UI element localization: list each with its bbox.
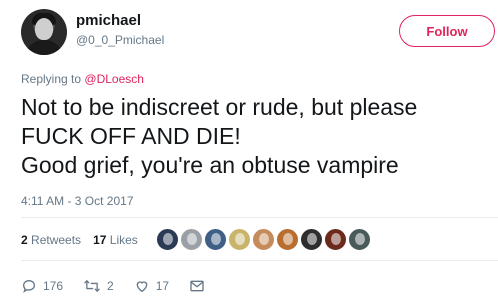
author-avatar[interactable] bbox=[21, 9, 67, 55]
like-button[interactable]: 17 bbox=[134, 278, 169, 294]
reply-icon bbox=[21, 278, 37, 294]
likes-label: Likes bbox=[109, 233, 138, 247]
liker-avatar-icon[interactable] bbox=[180, 228, 203, 251]
likes-stat[interactable]: 17 Likes bbox=[93, 233, 138, 247]
liker-avatar-icon[interactable] bbox=[252, 228, 275, 251]
reply-context-prefix: Replying to bbox=[21, 72, 82, 86]
retweets-label: Retweets bbox=[31, 233, 82, 247]
author-name[interactable]: pmichael bbox=[76, 12, 141, 29]
reply-mention-link[interactable]: @DLoesch bbox=[84, 72, 144, 86]
liker-avatar-icon[interactable] bbox=[348, 228, 371, 251]
retweets-stat[interactable]: 2 Retweets bbox=[21, 233, 81, 247]
liker-avatar-icon[interactable] bbox=[300, 228, 323, 251]
tweet-timestamp[interactable]: 4:11 AM - 3 Oct 2017 bbox=[21, 194, 134, 208]
reply-count: 176 bbox=[43, 279, 64, 293]
author-handle[interactable]: @0_0_Pmichael bbox=[76, 33, 164, 47]
tweet-actions: 176 2 17 bbox=[21, 277, 225, 295]
retweets-count: 2 bbox=[21, 233, 28, 247]
liker-avatar-icon[interactable] bbox=[276, 228, 299, 251]
reply-button[interactable]: 176 bbox=[21, 278, 63, 294]
divider bbox=[21, 260, 498, 261]
envelope-icon bbox=[189, 278, 205, 294]
liker-avatar-icon[interactable] bbox=[324, 228, 347, 251]
tweet-text: Not to be indiscreet or rude, but please… bbox=[21, 94, 418, 178]
likes-count: 17 bbox=[93, 233, 107, 247]
retweet-button[interactable]: 2 bbox=[83, 278, 114, 294]
reply-context: Replying to @DLoesch bbox=[21, 72, 144, 86]
heart-icon bbox=[134, 278, 150, 294]
direct-message-button[interactable] bbox=[189, 278, 205, 294]
engagement-stats: 2 Retweets 17 Likes bbox=[21, 233, 138, 247]
liker-avatars bbox=[156, 228, 371, 251]
like-count: 17 bbox=[155, 279, 170, 293]
retweet-icon bbox=[83, 278, 101, 294]
liker-avatar-icon[interactable] bbox=[156, 228, 179, 251]
follow-button[interactable]: Follow bbox=[399, 15, 495, 47]
liker-avatar-icon[interactable] bbox=[228, 228, 251, 251]
liker-avatar-icon[interactable] bbox=[204, 228, 227, 251]
divider bbox=[21, 217, 498, 218]
retweet-count: 2 bbox=[107, 279, 114, 293]
